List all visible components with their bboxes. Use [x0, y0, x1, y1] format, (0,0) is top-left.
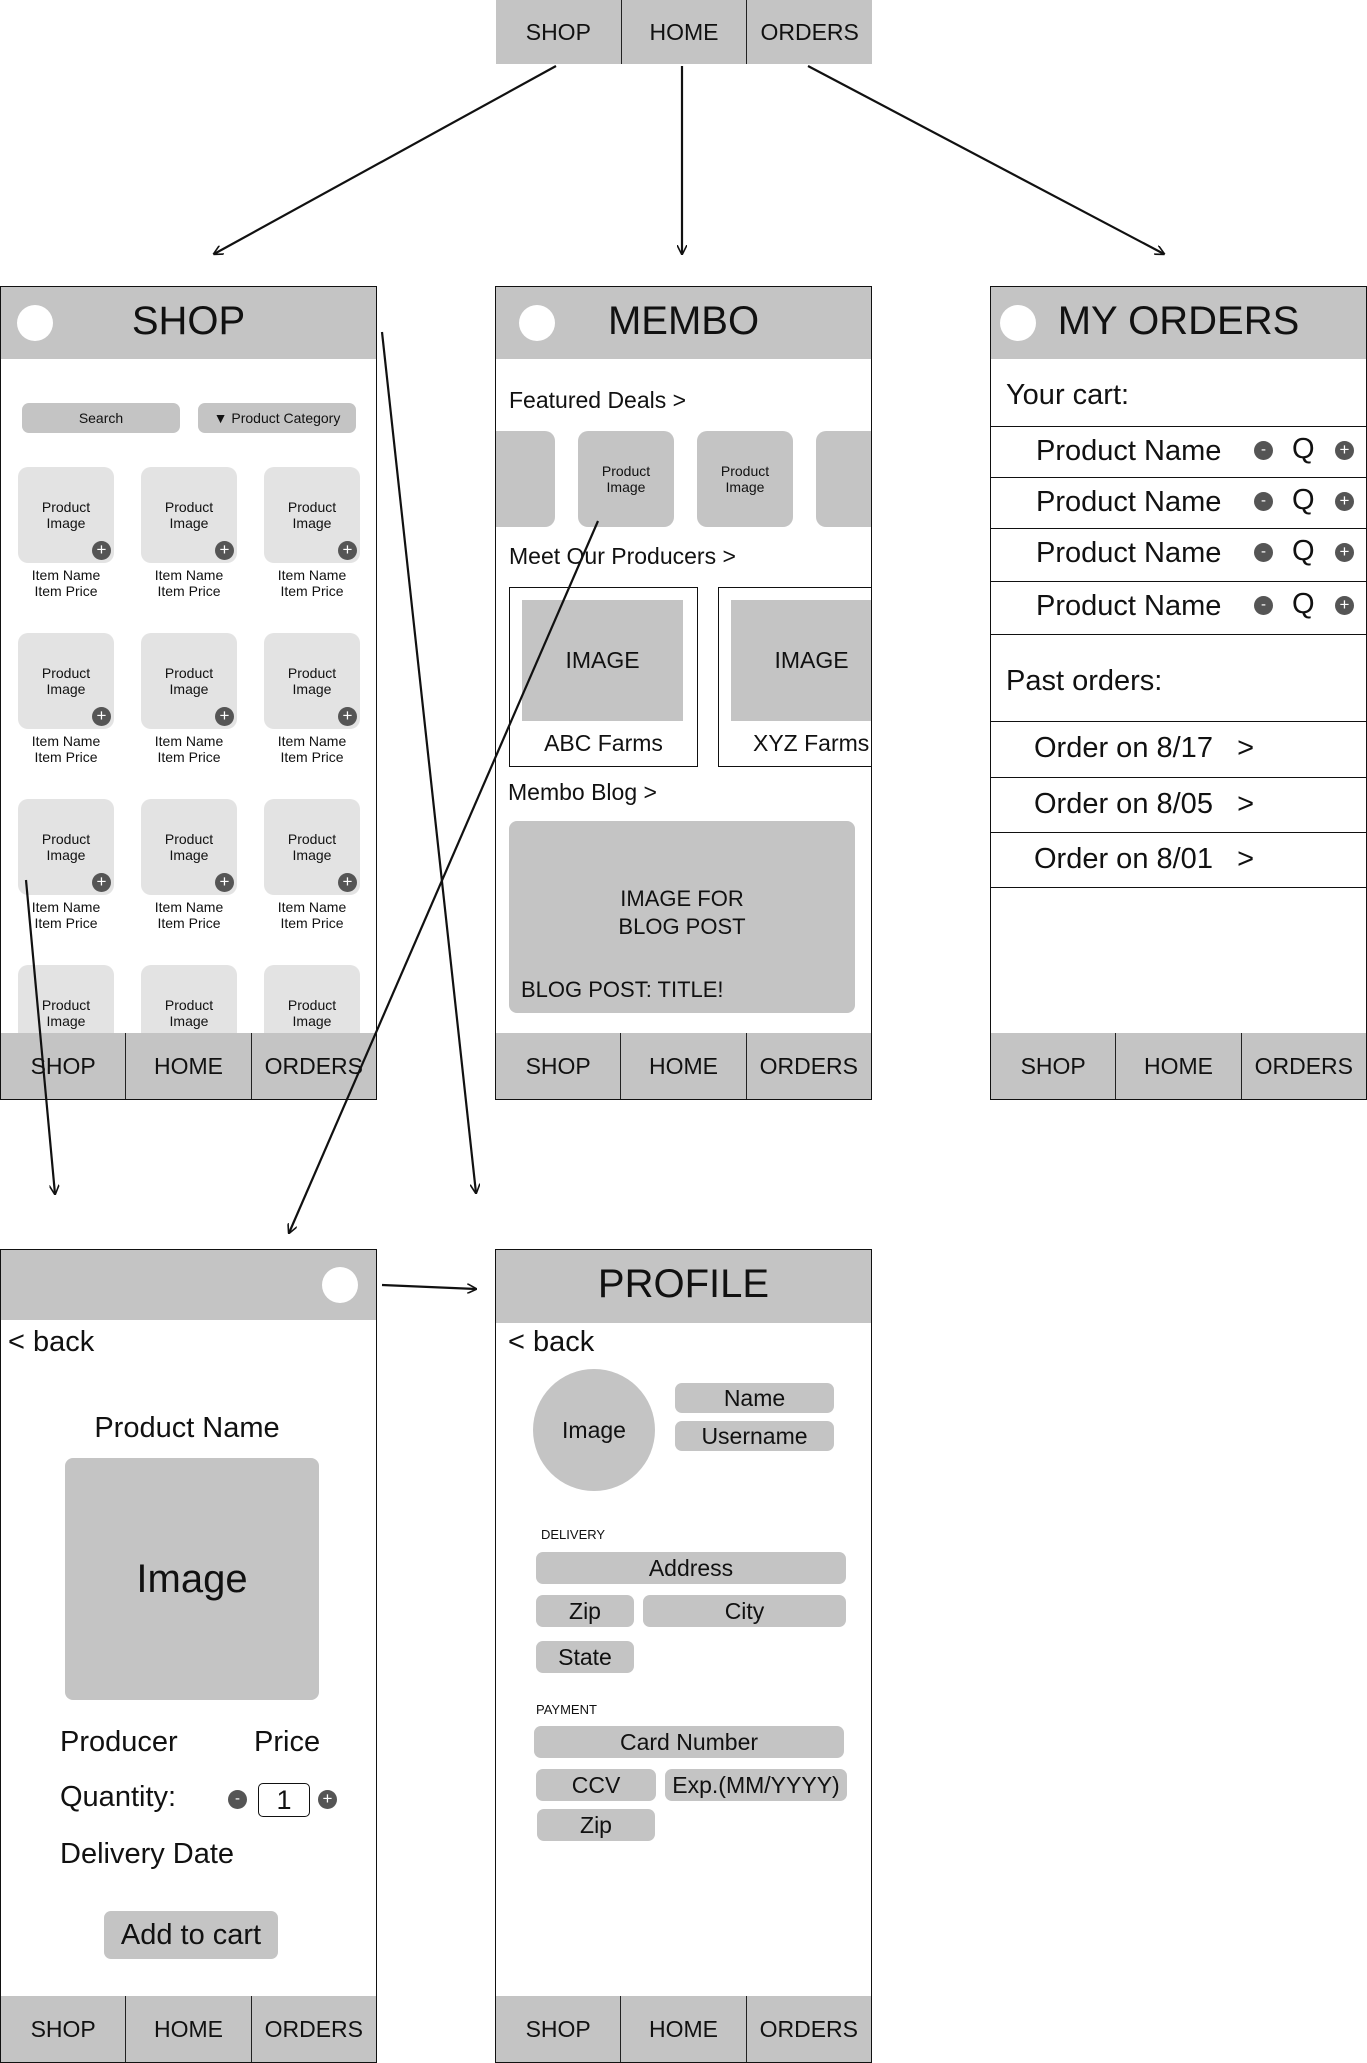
arrow-deal-to-product: [289, 520, 600, 1233]
flow-arrows: [24, 65, 1367, 2063]
arrow-nav-to-orders: [807, 65, 1164, 254]
arrow-shop-item-to-product: [24, 879, 55, 1194]
arrow-nav-to-shop: [214, 65, 557, 254]
arrow-product-to-profile: [381, 1285, 476, 1289]
arrow-shop-to-profile: [380, 331, 476, 1193]
